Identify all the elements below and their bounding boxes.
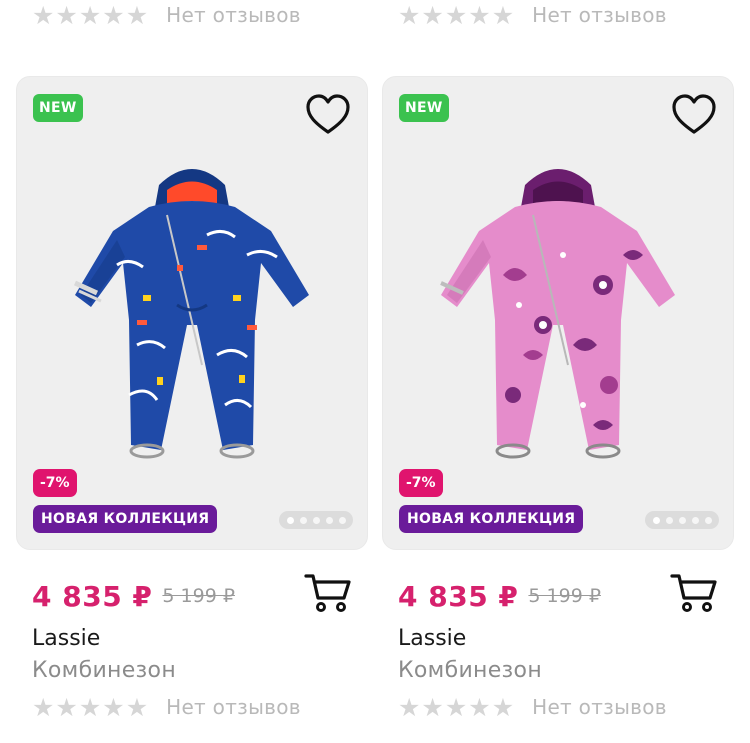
star-icon: ★ bbox=[78, 692, 102, 722]
reviews-count[interactable]: Нет отзывов bbox=[166, 695, 301, 719]
pagination-dot[interactable] bbox=[704, 516, 712, 524]
add-to-cart-icon[interactable] bbox=[670, 572, 718, 614]
pagination-dot[interactable] bbox=[299, 516, 307, 524]
discount-badge: -7% bbox=[399, 469, 443, 497]
star-icon: ★ bbox=[491, 692, 515, 722]
product-brand[interactable]: Lassie bbox=[32, 626, 100, 651]
old-price: 5 199 ₽ bbox=[162, 585, 235, 607]
star-icon: ★ bbox=[398, 692, 421, 722]
product-card[interactable]: NEW -7% НОВАЯ КОЛЛЕКЦИЯ 4 835 ₽ 5 199 ₽ … bbox=[16, 0, 368, 743]
pagination-dot[interactable] bbox=[691, 516, 699, 524]
price-row: 4 835 ₽ 5 199 ₽ bbox=[398, 574, 718, 616]
pagination-dot[interactable] bbox=[312, 516, 320, 524]
product-image-area[interactable]: NEW -7% НОВАЯ КОЛЛЕКЦИЯ bbox=[382, 76, 734, 550]
star-icon: ★ bbox=[125, 692, 149, 722]
star-icon: ★ bbox=[421, 692, 444, 722]
product-type[interactable]: Комбинезон bbox=[32, 658, 176, 683]
snowsuit-image bbox=[440, 169, 675, 459]
pagination-dot[interactable] bbox=[678, 516, 686, 524]
add-to-cart-icon[interactable] bbox=[304, 572, 352, 614]
product-type[interactable]: Комбинезон bbox=[398, 658, 542, 683]
product-card[interactable]: NEW -7% НОВАЯ КОЛЛЕКЦИЯ 4 835 ₽ 5 199 ₽ … bbox=[382, 0, 734, 743]
pagination-dot[interactable] bbox=[652, 516, 660, 524]
old-price: 5 199 ₽ bbox=[528, 585, 601, 607]
star-icon: ★ bbox=[102, 692, 125, 722]
collection-badge: НОВАЯ КОЛЛЕКЦИЯ bbox=[33, 505, 218, 533]
reviews-count[interactable]: Нет отзывов bbox=[532, 695, 667, 719]
collection-badge: НОВАЯ КОЛЛЕКЦИЯ bbox=[399, 505, 584, 533]
star-icon: ★ bbox=[444, 692, 468, 722]
product-image-area[interactable]: NEW -7% НОВАЯ КОЛЛЕКЦИЯ bbox=[16, 76, 368, 550]
product-rating: ★ ★ ★ ★ ★ Нет отзывов bbox=[398, 692, 667, 722]
star-rating: ★ ★ ★ ★ ★ bbox=[32, 695, 148, 720]
star-icon: ★ bbox=[55, 692, 78, 722]
pagination-dot[interactable] bbox=[338, 516, 346, 524]
pagination-dot[interactable] bbox=[286, 516, 294, 524]
new-badge: NEW bbox=[399, 94, 449, 122]
product-rating: ★ ★ ★ ★ ★ Нет отзывов bbox=[32, 692, 301, 722]
pagination-dot[interactable] bbox=[325, 516, 333, 524]
star-icon: ★ bbox=[468, 692, 491, 722]
new-badge: NEW bbox=[33, 94, 83, 122]
favorite-heart-icon[interactable] bbox=[305, 93, 351, 135]
discount-badge: -7% bbox=[33, 469, 77, 497]
pagination-dot[interactable] bbox=[665, 516, 673, 524]
star-rating: ★ ★ ★ ★ ★ bbox=[398, 695, 514, 720]
price: 4 835 ₽ bbox=[398, 579, 519, 613]
product-brand[interactable]: Lassie bbox=[398, 626, 466, 651]
price: 4 835 ₽ bbox=[32, 579, 153, 613]
favorite-heart-icon[interactable] bbox=[671, 93, 717, 135]
image-pagination-dots[interactable] bbox=[645, 511, 719, 529]
price-row: 4 835 ₽ 5 199 ₽ bbox=[32, 574, 352, 616]
image-pagination-dots[interactable] bbox=[279, 511, 353, 529]
snowsuit-image bbox=[73, 169, 309, 459]
star-icon: ★ bbox=[32, 692, 55, 722]
